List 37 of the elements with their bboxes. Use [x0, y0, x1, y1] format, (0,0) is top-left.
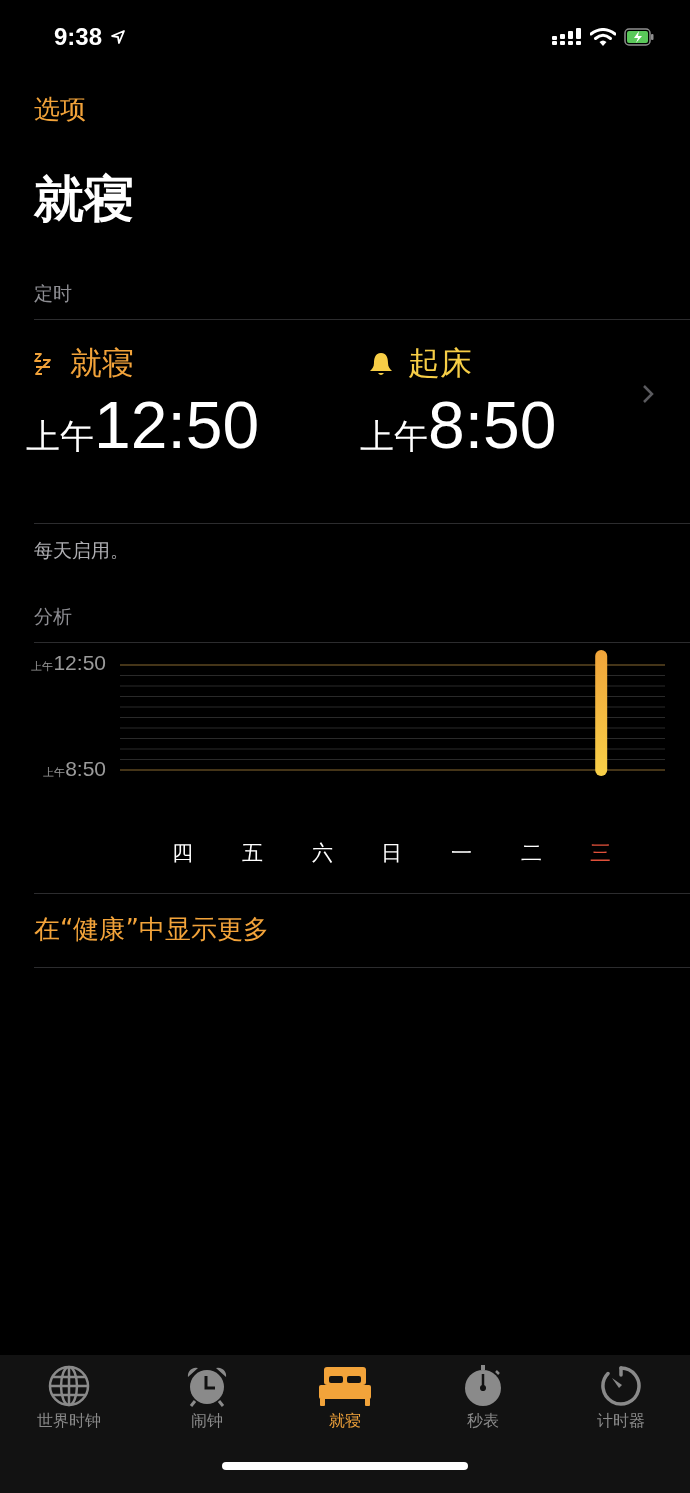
bell-icon	[368, 351, 394, 377]
day-label: 二	[519, 840, 543, 868]
day-label: 一	[450, 840, 474, 868]
schedule-note: 每天启用。	[34, 523, 690, 565]
status-time: 9:38	[54, 23, 103, 51]
tab[interactable]: 闹钟	[138, 1365, 276, 1432]
signal-icon	[552, 28, 582, 46]
chevron-icon	[642, 384, 654, 404]
tab[interactable]: 世界时钟	[0, 1365, 138, 1432]
bed-icon	[318, 1365, 372, 1407]
day-label: 日	[380, 840, 404, 868]
schedule-label: 就寝	[70, 343, 134, 384]
section-header: 定时	[34, 281, 690, 320]
axis-label: 上午8:50	[43, 757, 106, 782]
day-label: 六	[310, 840, 334, 868]
tab[interactable]: 秒表	[414, 1365, 552, 1432]
schedule-time: 上午8:50	[360, 387, 557, 464]
health-link[interactable]: 在“健康”中显示更多	[34, 893, 690, 969]
day-label: 四	[171, 840, 195, 868]
schedule-row[interactable]: 就寝 上午12:50 起床 上午8:50	[0, 320, 690, 524]
page-title: 就寝	[34, 169, 134, 229]
axis-label: 上午12:50	[31, 651, 106, 676]
day-label: 三	[589, 840, 613, 868]
schedule-time: 上午12:50	[26, 387, 260, 464]
tab[interactable]: 就寝	[276, 1365, 414, 1432]
schedule-label: 起床	[408, 343, 472, 384]
tab[interactable]: 计时器	[552, 1365, 690, 1432]
location-arrow-icon	[110, 29, 127, 45]
options-link[interactable]: 选项	[34, 92, 86, 127]
wifi-icon	[590, 27, 616, 47]
stopwatch-icon	[462, 1365, 504, 1407]
alarm-clock-icon	[185, 1365, 229, 1407]
day-label: 五	[241, 840, 265, 868]
globe-icon	[48, 1365, 90, 1407]
timer-icon	[600, 1365, 642, 1407]
section-header: 分析	[34, 604, 690, 644]
battery-charging-icon	[624, 28, 654, 46]
